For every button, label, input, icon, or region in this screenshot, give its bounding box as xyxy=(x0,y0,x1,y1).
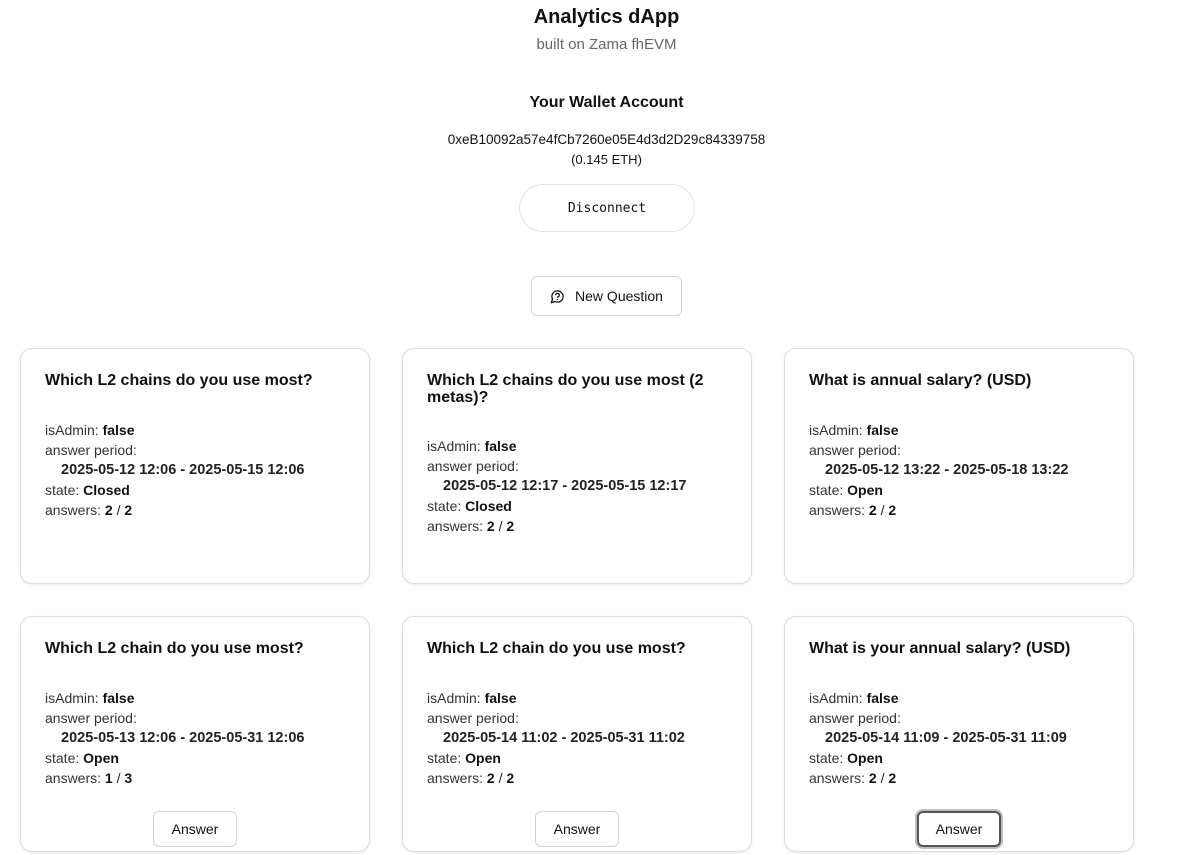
answers-label: answers: xyxy=(45,770,102,786)
question-title: Which L2 chains do you use most? xyxy=(45,372,313,389)
answers-total: 3 xyxy=(124,770,133,786)
answers-label: answers: xyxy=(809,502,866,518)
app-page: Analytics dApp built on Zama fhEVM Your … xyxy=(0,0,1203,855)
new-question-button[interactable]: New Question xyxy=(531,276,682,316)
question-card: What is your annual salary? (USD) isAdmi… xyxy=(784,616,1134,852)
answers-count: 2 xyxy=(486,518,495,534)
answers-label: answers: xyxy=(427,518,484,534)
is-admin-label: isAdmin: xyxy=(427,438,481,454)
state-value: Open xyxy=(83,750,119,766)
disconnect-button-label: Disconnect xyxy=(567,200,647,216)
question-details: isAdmin: false answer period: 2025-05-13… xyxy=(45,688,304,788)
question-card: Which L2 chains do you use most (2 metas… xyxy=(402,348,752,584)
answer-period-label: answer period: xyxy=(45,710,137,726)
question-title: Which L2 chain do you use most? xyxy=(45,640,304,657)
answer-period-label: answer period: xyxy=(427,710,519,726)
answers-count: 2 xyxy=(868,502,877,518)
answer-period-label: answer period: xyxy=(809,710,901,726)
question-details: isAdmin: false answer period: 2025-05-14… xyxy=(809,688,1067,788)
answers-total: 2 xyxy=(506,770,515,786)
answer-period-value: 2025-05-14 11:09 - 2025-05-31 11:09 xyxy=(825,730,1067,746)
state-label: state: xyxy=(427,498,462,514)
state-label: state: xyxy=(809,750,844,766)
state-label: state: xyxy=(45,482,80,498)
answers-total: 2 xyxy=(124,502,133,518)
state-value: Closed xyxy=(83,482,130,498)
is-admin-label: isAdmin: xyxy=(45,422,99,438)
answer-period-value: 2025-05-12 12:06 - 2025-05-15 12:06 xyxy=(61,462,305,478)
answers-count: 2 xyxy=(486,770,495,786)
answer-button-label: Answer xyxy=(553,821,601,837)
answer-period-label: answer period: xyxy=(45,442,137,458)
app-subtitle: built on Zama fhEVM xyxy=(536,36,677,53)
answers-separator: / xyxy=(880,770,885,786)
state-value: Closed xyxy=(465,498,512,514)
answer-period-value: 2025-05-12 12:17 - 2025-05-15 12:17 xyxy=(443,478,687,494)
answers-count: 2 xyxy=(104,502,113,518)
wallet-address: 0xeB10092a57e4fCb7260e05E4d3d2D29c843397… xyxy=(447,132,766,147)
state-label: state: xyxy=(45,750,80,766)
answers-separator: / xyxy=(116,770,121,786)
disconnect-button[interactable]: Disconnect xyxy=(519,184,695,232)
state-label: state: xyxy=(809,482,844,498)
answer-button[interactable]: Answer xyxy=(535,811,619,847)
answers-total: 2 xyxy=(888,770,897,786)
answer-period-label: answer period: xyxy=(809,442,901,458)
answer-button-label: Answer xyxy=(935,821,983,837)
is-admin-label: isAdmin: xyxy=(427,690,481,706)
message-circle-question-icon xyxy=(550,289,565,304)
answers-label: answers: xyxy=(45,502,102,518)
answers-separator: / xyxy=(880,502,885,518)
is-admin-value: false xyxy=(484,438,517,454)
question-details: isAdmin: false answer period: 2025-05-12… xyxy=(809,420,1068,520)
answers-separator: / xyxy=(498,518,503,534)
answers-separator: / xyxy=(498,770,503,786)
answer-button-label: Answer xyxy=(171,821,219,837)
question-details: isAdmin: false answer period: 2025-05-12… xyxy=(427,436,686,536)
app-title: Analytics dApp xyxy=(533,6,680,28)
question-card: Which L2 chain do you use most? isAdmin:… xyxy=(20,616,370,852)
question-title: Which L2 chains do you use most (2 metas… xyxy=(427,372,704,406)
answer-period-value: 2025-05-14 11:02 - 2025-05-31 11:02 xyxy=(443,730,685,746)
question-details: isAdmin: false answer period: 2025-05-14… xyxy=(427,688,685,788)
question-card: Which L2 chain do you use most? isAdmin:… xyxy=(402,616,752,852)
is-admin-value: false xyxy=(866,690,899,706)
question-card: What is annual salary? (USD) isAdmin: fa… xyxy=(784,348,1134,584)
is-admin-label: isAdmin: xyxy=(809,690,863,706)
question-title: What is your annual salary? (USD) xyxy=(809,640,1071,657)
answers-label: answers: xyxy=(809,770,866,786)
is-admin-value: false xyxy=(484,690,517,706)
wallet-balance: (0.145 ETH) xyxy=(571,152,642,167)
answers-total: 2 xyxy=(506,518,515,534)
question-title: Which L2 chain do you use most? xyxy=(427,640,686,657)
question-card: Which L2 chains do you use most? isAdmin… xyxy=(20,348,370,584)
answer-period-label: answer period: xyxy=(427,458,519,474)
new-question-label: New Question xyxy=(575,288,663,304)
state-value: Open xyxy=(465,750,501,766)
state-value: Open xyxy=(847,482,883,498)
answer-button[interactable]: Answer xyxy=(917,811,1001,847)
question-details: isAdmin: false answer period: 2025-05-12… xyxy=(45,420,304,520)
is-admin-label: isAdmin: xyxy=(45,690,99,706)
state-label: state: xyxy=(427,750,462,766)
answers-total: 2 xyxy=(888,502,897,518)
answers-separator: / xyxy=(116,502,121,518)
is-admin-value: false xyxy=(102,690,135,706)
state-value: Open xyxy=(847,750,883,766)
is-admin-label: isAdmin: xyxy=(809,422,863,438)
answer-button[interactable]: Answer xyxy=(153,811,237,847)
is-admin-value: false xyxy=(102,422,135,438)
answer-period-value: 2025-05-13 12:06 - 2025-05-31 12:06 xyxy=(61,730,305,746)
wallet-heading: Your Wallet Account xyxy=(529,94,684,111)
answers-count: 1 xyxy=(104,770,113,786)
answers-count: 2 xyxy=(868,770,877,786)
question-title: What is annual salary? (USD) xyxy=(809,372,1032,389)
is-admin-value: false xyxy=(866,422,899,438)
answer-period-value: 2025-05-12 13:22 - 2025-05-18 13:22 xyxy=(825,462,1069,478)
answers-label: answers: xyxy=(427,770,484,786)
